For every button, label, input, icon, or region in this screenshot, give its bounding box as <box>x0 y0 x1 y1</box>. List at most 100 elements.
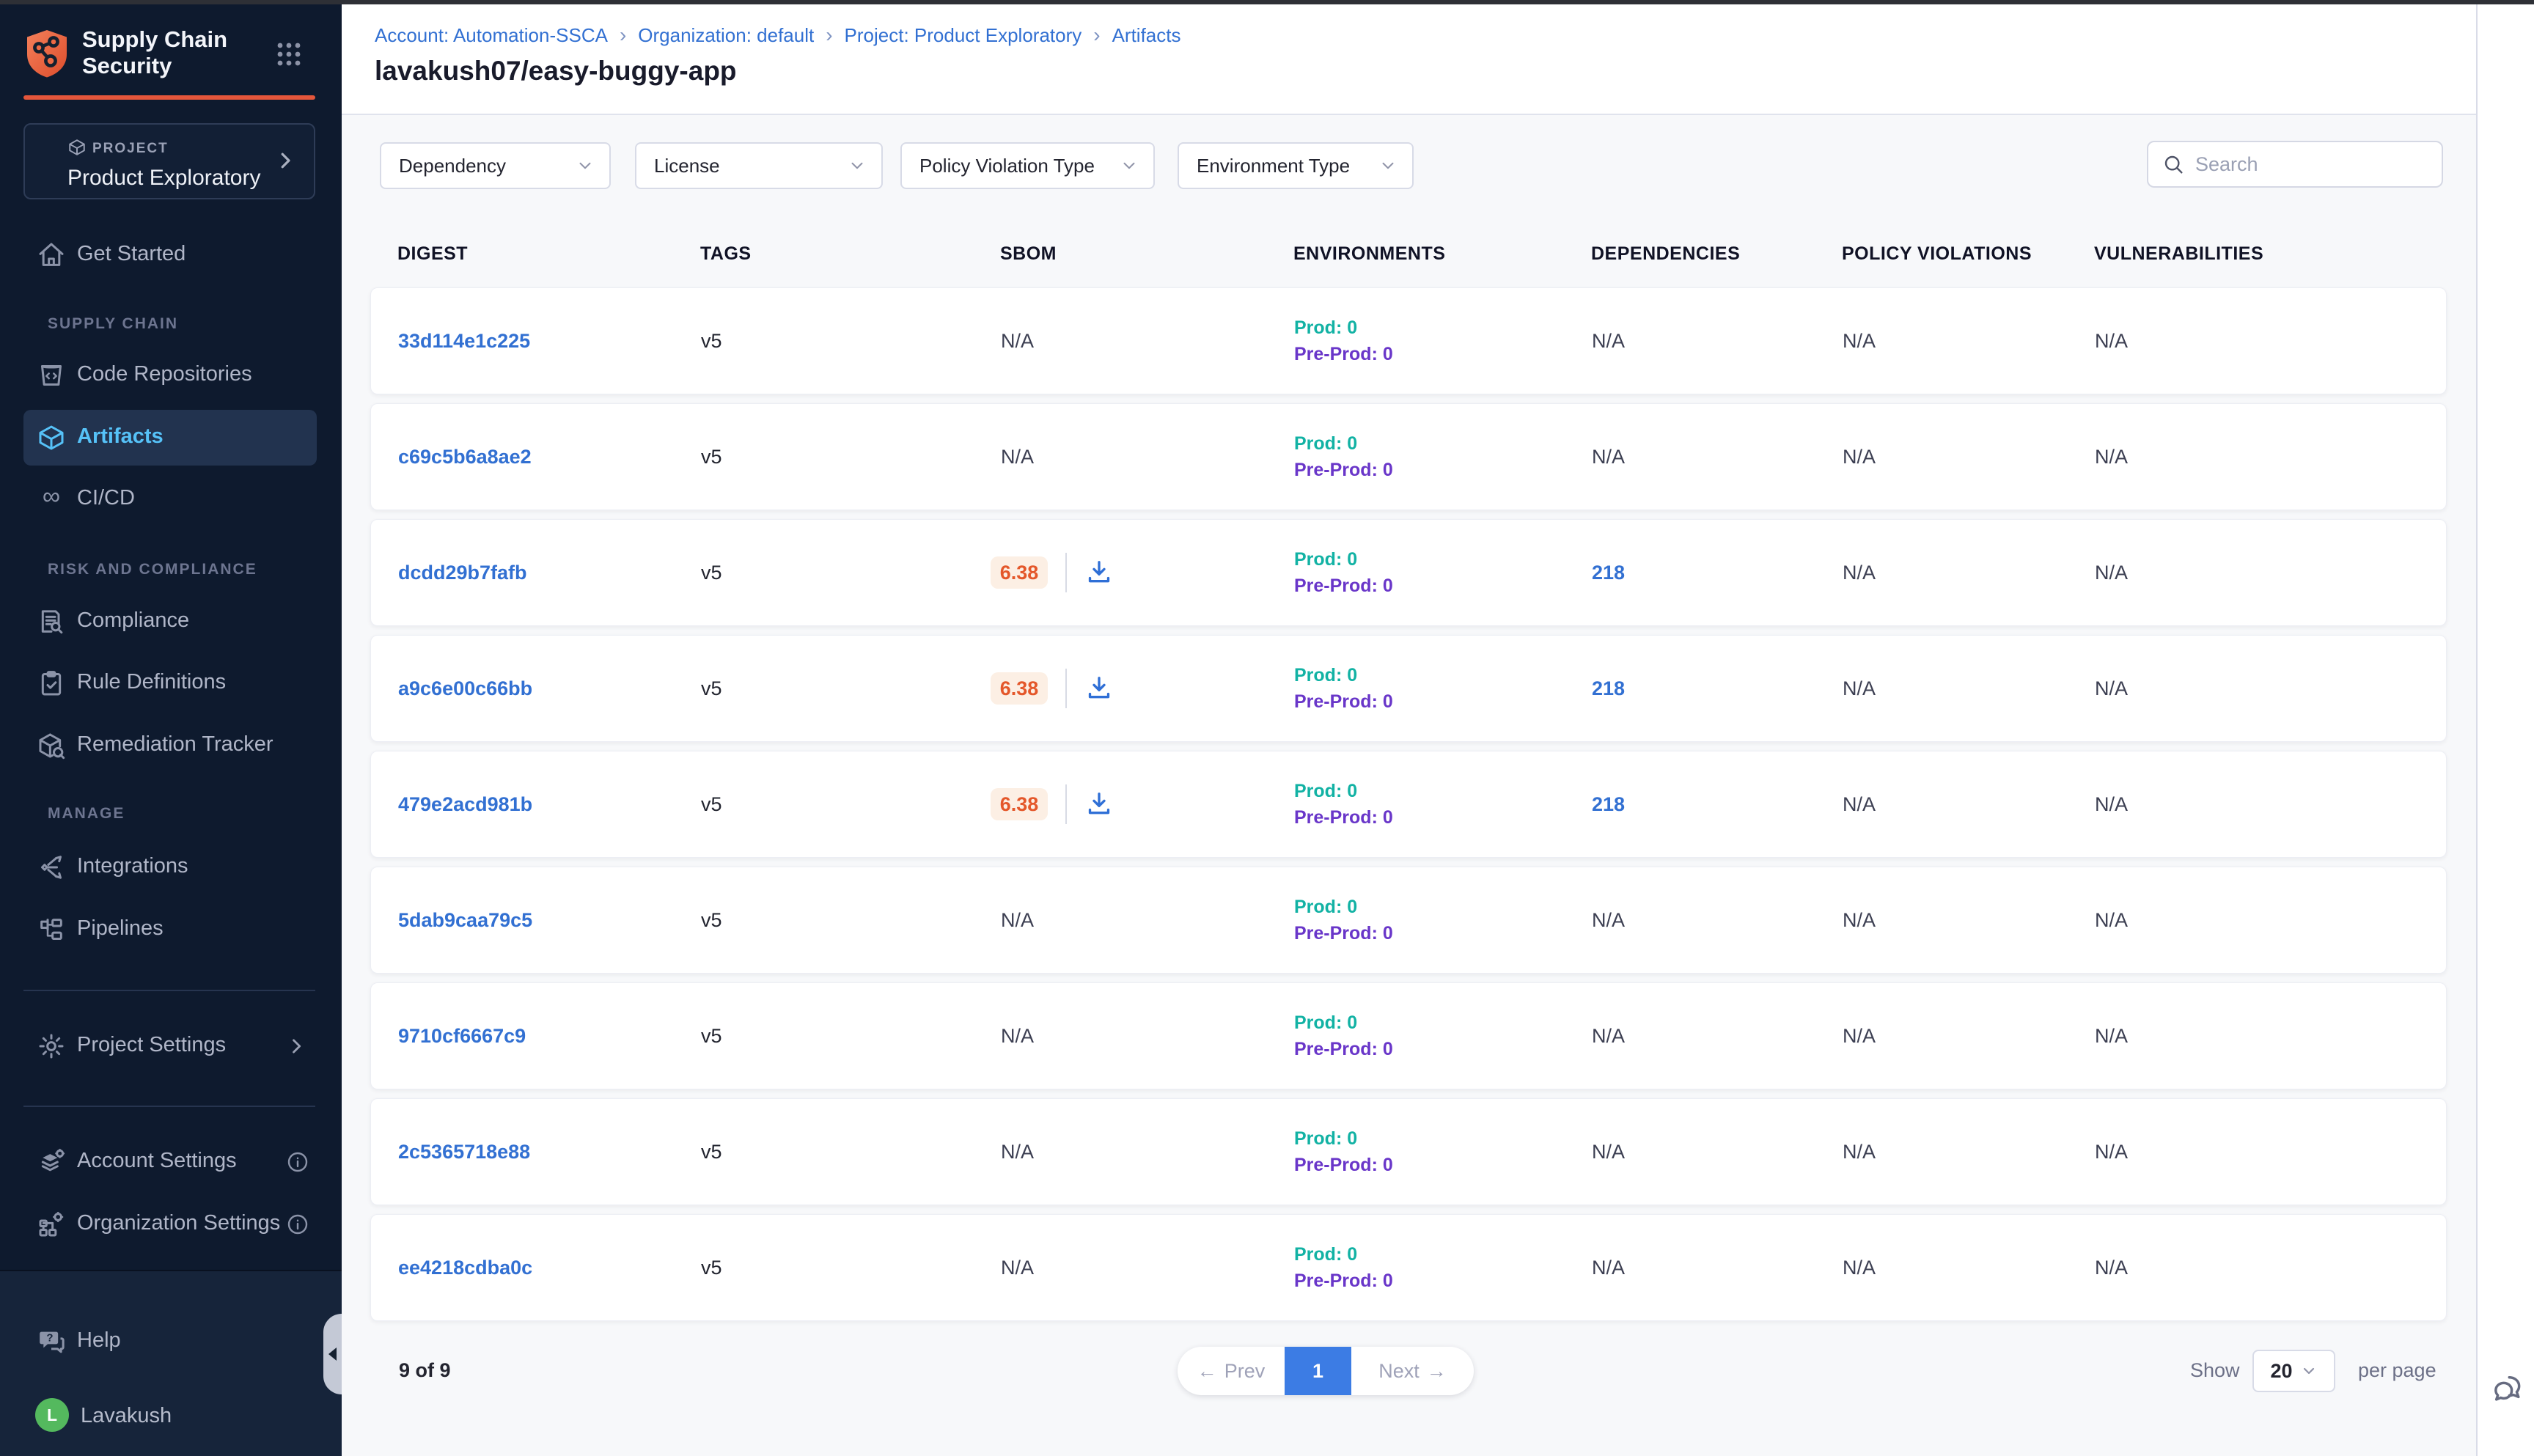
chat-bubbles-icon <box>2488 1370 2526 1408</box>
sbom-download-button[interactable] <box>1084 790 1114 819</box>
info-icon[interactable] <box>286 1150 309 1174</box>
sbom-score-badge[interactable]: 6.38 <box>991 788 1048 820</box>
dependencies-value: N/A <box>1592 1257 1625 1279</box>
download-icon <box>1084 674 1114 703</box>
sidebar-item-get-started[interactable]: Get Started <box>0 230 342 280</box>
table-row: 33d114e1c225 v5 N/A Prod: 0 Pre-Prod: 0 … <box>370 287 2447 394</box>
project-label: PROJECT <box>92 141 169 157</box>
sbom-download-button[interactable] <box>1084 674 1114 703</box>
chevron-right-icon <box>286 1036 306 1056</box>
pagination: ←Prev 1 Next→ <box>1178 1347 1474 1395</box>
policy-violations-value: N/A <box>1843 446 2095 468</box>
digest-link[interactable]: 2c5365718e88 <box>398 1141 530 1163</box>
artifact-rows: 33d114e1c225 v5 N/A Prod: 0 Pre-Prod: 0 … <box>370 287 2447 1330</box>
breadcrumb-project[interactable]: Project: Product Exploratory <box>845 24 1082 47</box>
chevron-down-icon <box>1378 156 1398 175</box>
sidebar-item-code-repositories[interactable]: Code Repositories <box>0 350 342 400</box>
policy-violations-value: N/A <box>1843 909 2095 932</box>
supply-chain-security-logo-icon <box>23 28 70 79</box>
org-chart-gear-icon <box>37 1210 66 1239</box>
sidebar-item-ci-cd[interactable]: ∞ CI/CD <box>0 474 342 524</box>
filter-environment-type[interactable]: Environment Type <box>1178 142 1414 189</box>
policy-violations-value: N/A <box>1843 1257 2095 1279</box>
sidebar-item-rule-definitions[interactable]: Rule Definitions <box>0 658 342 708</box>
sbom-download-button[interactable] <box>1084 558 1114 587</box>
next-page-button[interactable]: Next→ <box>1351 1347 1474 1395</box>
tag-value: v5 <box>701 330 1001 353</box>
policy-violations-value: N/A <box>1843 330 2095 353</box>
prev-page-button[interactable]: ←Prev <box>1178 1347 1285 1395</box>
per-page-select[interactable]: 20 <box>2252 1350 2335 1392</box>
sbom-divider <box>1065 784 1067 824</box>
col-dependencies: DEPENDENCIES <box>1591 243 1842 265</box>
breadcrumb-account[interactable]: Account: Automation-SSCA <box>375 24 608 47</box>
tag-value: v5 <box>701 909 1001 932</box>
info-icon[interactable] <box>286 1213 309 1236</box>
sidebar-item-account-settings[interactable]: Account Settings <box>0 1137 342 1187</box>
digest-link[interactable]: dcdd29b7fafb <box>398 562 527 584</box>
env-preprod: Pre-Prod: 0 <box>1294 1269 1592 1293</box>
dependencies-value[interactable]: 218 <box>1592 562 1625 584</box>
sbom-divider <box>1065 669 1067 708</box>
digest-link[interactable]: ee4218cdba0c <box>398 1257 532 1279</box>
project-name: Product Exploratory <box>67 166 260 191</box>
search-input[interactable] <box>2195 153 2428 176</box>
digest-link[interactable]: 479e2acd981b <box>398 793 532 815</box>
breadcrumb-separator: › <box>826 23 832 47</box>
sidebar-item-organization-settings[interactable]: Organization Settings <box>0 1199 342 1249</box>
download-icon <box>1084 558 1114 587</box>
page-number-1[interactable]: 1 <box>1285 1347 1351 1395</box>
chat-support-button[interactable] <box>2486 1369 2527 1411</box>
chevron-down-icon <box>1120 156 1139 175</box>
table-row: c69c5b6a8ae2 v5 N/A Prod: 0 Pre-Prod: 0 … <box>370 403 2447 510</box>
environments-cell: Prod: 0 Pre-Prod: 0 <box>1294 663 1592 713</box>
project-selector[interactable]: PROJECT Product Exploratory <box>23 123 315 199</box>
dependencies-value: N/A <box>1592 909 1625 931</box>
user-menu[interactable]: L Lavakush <box>0 1398 342 1435</box>
user-name: Lavakush <box>81 1404 172 1428</box>
environments-cell: Prod: 0 Pre-Prod: 0 <box>1294 779 1592 829</box>
digest-link[interactable]: 5dab9caa79c5 <box>398 909 532 931</box>
dependencies-value: N/A <box>1592 1141 1625 1163</box>
dependencies-value[interactable]: 218 <box>1592 677 1625 699</box>
clipboard-check-icon <box>37 669 66 698</box>
infinity-icon: ∞ <box>37 482 66 511</box>
filter-policy-violation-type[interactable]: Policy Violation Type <box>900 142 1155 189</box>
app-switcher-grid-icon[interactable] <box>274 40 304 69</box>
sidebar-item-integrations[interactable]: Integrations <box>0 842 342 892</box>
env-preprod: Pre-Prod: 0 <box>1294 1037 1592 1061</box>
tag-value: v5 <box>701 793 1001 816</box>
breadcrumb-organization[interactable]: Organization: default <box>638 24 814 47</box>
table-row: ee4218cdba0c v5 N/A Prod: 0 Pre-Prod: 0 … <box>370 1214 2447 1321</box>
sidebar-item-pipelines[interactable]: Pipelines <box>0 905 342 955</box>
user-avatar: L <box>35 1398 69 1432</box>
breadcrumb-artifacts[interactable]: Artifacts <box>1112 24 1181 47</box>
vulnerabilities-value: N/A <box>2095 677 2446 700</box>
col-sbom: SBOM <box>1000 243 1293 265</box>
policy-violations-value: N/A <box>1843 1141 2095 1163</box>
env-preprod: Pre-Prod: 0 <box>1294 342 1592 366</box>
digest-link[interactable]: c69c5b6a8ae2 <box>398 446 532 468</box>
vulnerabilities-value: N/A <box>2095 793 2446 816</box>
env-preprod: Pre-Prod: 0 <box>1294 1153 1592 1177</box>
sidebar-item-artifacts[interactable]: Artifacts <box>23 410 317 466</box>
sidebar-item-compliance[interactable]: Compliance <box>0 597 342 647</box>
sbom-score-badge[interactable]: 6.38 <box>991 672 1048 705</box>
filter-dependency[interactable]: Dependency <box>380 142 611 189</box>
sidebar-item-help[interactable]: ? Help <box>0 1317 342 1367</box>
sidebar-item-remediation-tracker[interactable]: Remediation Tracker <box>0 721 342 771</box>
sidebar-collapse-handle[interactable] <box>323 1314 342 1394</box>
svg-text:?: ? <box>46 1331 53 1344</box>
tag-value: v5 <box>701 1025 1001 1048</box>
main-content: Account: Automation-SSCA › Organization:… <box>342 4 2476 1456</box>
digest-link[interactable]: 33d114e1c225 <box>398 330 530 352</box>
sidebar-item-project-settings[interactable]: Project Settings <box>0 1021 342 1071</box>
chevron-down-icon <box>2300 1362 2318 1380</box>
digest-link[interactable]: 9710cf6667c9 <box>398 1025 526 1047</box>
environments-cell: Prod: 0 Pre-Prod: 0 <box>1294 316 1592 366</box>
sbom-score-badge[interactable]: 6.38 <box>991 556 1048 589</box>
filter-license[interactable]: License <box>635 142 883 189</box>
digest-link[interactable]: a9c6e00c66bb <box>398 677 532 699</box>
dependencies-value[interactable]: 218 <box>1592 793 1625 815</box>
document-search-icon <box>37 607 66 636</box>
